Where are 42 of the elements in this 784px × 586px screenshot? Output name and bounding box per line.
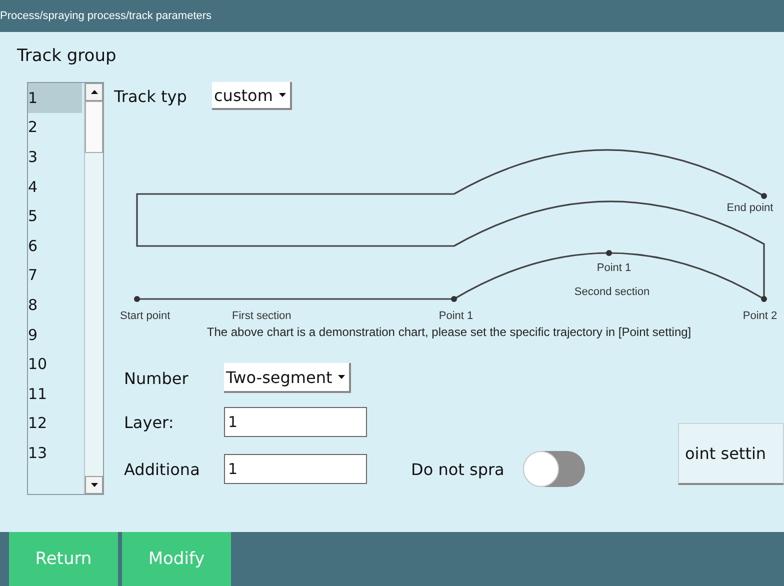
layer-label: Layer: — [124, 412, 175, 432]
diagram-label: Second section — [574, 286, 650, 298]
track-list-item[interactable]: 9 — [28, 320, 82, 350]
diagram-label: Point 2 — [742, 310, 778, 322]
section-title: Track group — [17, 46, 118, 66]
track-list-item[interactable]: 3 — [28, 142, 82, 172]
additional-field[interactable]: 1 — [224, 454, 367, 484]
track-list-item[interactable]: 7 — [28, 260, 82, 290]
diagram-label: Point 1 — [438, 310, 474, 322]
layer-field[interactable]: 1 — [224, 407, 367, 437]
track-type-label: Track typ — [114, 86, 188, 106]
diagram-label: Point 1 — [596, 262, 632, 274]
dropdown-caret-icon — [338, 375, 346, 379]
scroll-down-button[interactable] — [85, 476, 103, 494]
breadcrumb: Process/spraying process/track parameters — [0, 10, 212, 22]
track-list-item[interactable]: 2 — [28, 112, 82, 142]
track-list-item[interactable]: 8 — [28, 290, 82, 320]
down-arrow-icon — [90, 483, 98, 487]
diagram-label: End point — [726, 202, 774, 214]
track-type-dropdown[interactable]: custom — [212, 82, 292, 110]
up-arrow-icon — [90, 90, 98, 94]
track-list-item[interactable]: 12 — [28, 408, 82, 438]
diagram-label: Start point — [120, 310, 170, 322]
scroll-thumb[interactable] — [85, 101, 103, 153]
track-list-item[interactable]: 6 — [28, 230, 82, 261]
scroll-up-button[interactable] — [85, 83, 103, 101]
segments-dropdown[interactable]: Two-segment — [224, 363, 352, 393]
track-list-item[interactable]: 1 — [28, 83, 82, 113]
point-setting-button[interactable]: oint settin — [678, 423, 784, 485]
track-list-item[interactable]: 5 — [28, 201, 82, 231]
track-list-item[interactable]: 11 — [28, 378, 82, 409]
track-list-item[interactable]: 10 — [28, 349, 82, 379]
diagram-caption: The above chart is a demonstration chart, please set the specific trajectory in [Point setting] — [206, 325, 692, 339]
do-not-spray-label: Do not spra — [411, 460, 506, 478]
do-not-spray-toggle[interactable] — [523, 451, 585, 487]
dropdown-caret-icon — [278, 93, 286, 97]
track-list[interactable]: 1 2 3 4 5 6 7 8 9 10 11 12 13 — [27, 82, 104, 495]
track-list-item[interactable]: 4 — [28, 172, 82, 202]
additional-label: Additiona — [124, 460, 201, 478]
segments-label: Number — [124, 368, 190, 388]
track-list-item[interactable]: 13 — [28, 438, 82, 468]
diagram-label: First section — [232, 310, 292, 322]
